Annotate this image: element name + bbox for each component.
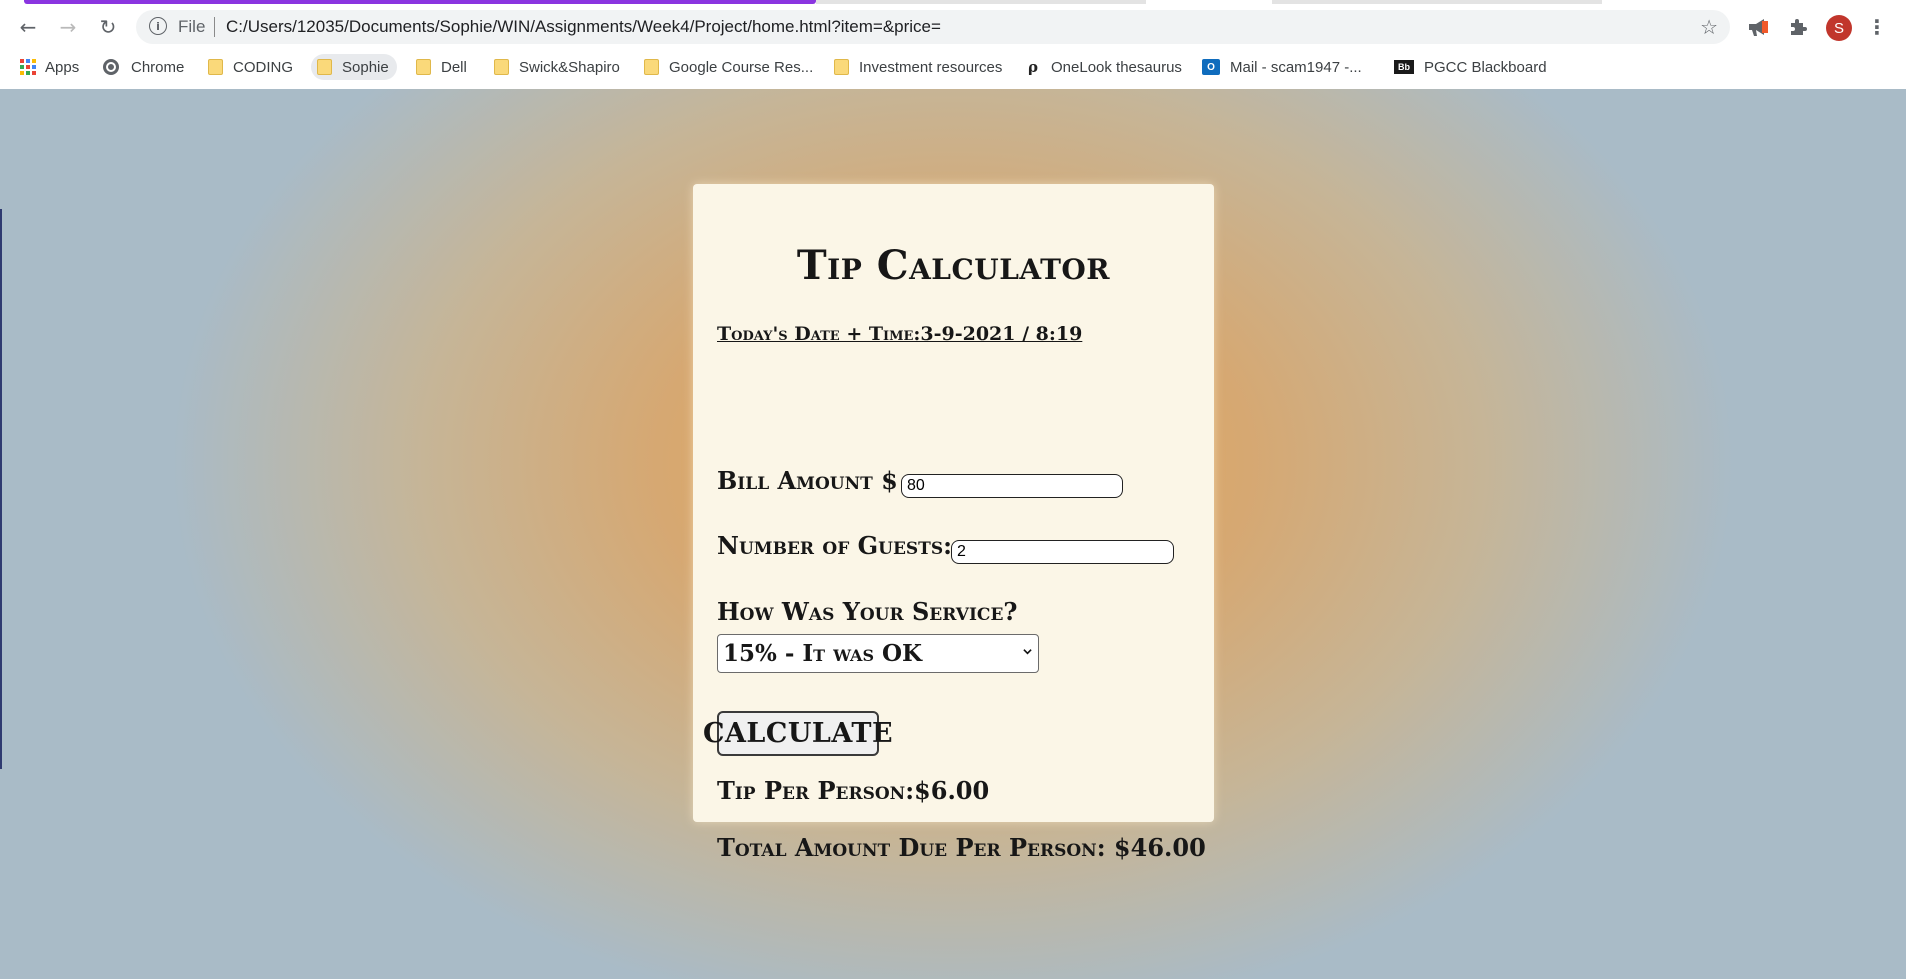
megaphone-extension-icon[interactable] [1746, 15, 1770, 39]
onelook-icon: ρ [1028, 58, 1038, 76]
tip-per-person-result: Tip Per Person:$6.00 [717, 776, 990, 805]
total-per-person-result: Total Amount Due Per Person: $46.00 [717, 833, 1206, 862]
bookmark-label: OneLook thesaurus [1051, 58, 1182, 76]
tab-strip [0, 0, 1906, 7]
guests-label: Number of Guests: [717, 531, 952, 560]
bookmark-label: Chrome [131, 58, 185, 76]
url-separator [214, 17, 215, 37]
folder-icon [644, 59, 659, 75]
globe-icon [103, 59, 119, 75]
page-loading-bar [24, 0, 816, 4]
blackboard-icon: Bb [1394, 60, 1414, 74]
bill-amount-label: Bill Amount $ [717, 466, 898, 495]
bookmark-investment[interactable]: Investment resources [834, 54, 1002, 80]
tab-edge [1272, 0, 1602, 4]
address-bar[interactable]: i File C:/Users/12035/Documents/Sophie/W… [136, 10, 1730, 44]
tab-edge [816, 0, 1146, 4]
extensions-puzzle-icon[interactable] [1786, 15, 1810, 39]
bookmark-label: Swick&Shapiro [519, 58, 620, 76]
apps-grid-icon [20, 59, 36, 75]
bookmark-star-icon[interactable]: ☆ [1700, 15, 1718, 39]
page-viewport: Tip Calculator Today's Date + Time:3-9-2… [0, 89, 1906, 979]
bookmark-blackboard[interactable]: Bb PGCC Blackboard [1394, 54, 1547, 80]
service-label: How Was Your Service? [717, 597, 1018, 626]
guests-input[interactable]: 2 [951, 540, 1174, 564]
bookmark-label: Dell [441, 58, 467, 76]
profile-avatar[interactable]: S [1826, 15, 1852, 41]
bookmark-swick-shapiro[interactable]: Swick&Shapiro [494, 54, 620, 80]
date-time-label: Today's Date + Time:3-9-2021 / 8:19 [717, 323, 1083, 345]
bookmark-label: CODING [233, 58, 293, 76]
service-select[interactable]: 15% - It was OK [717, 634, 1039, 673]
window-edge [0, 209, 2, 769]
bookmark-chrome[interactable]: Chrome [103, 54, 184, 80]
bookmark-dell[interactable]: Dell [416, 54, 467, 80]
folder-icon [317, 59, 332, 75]
tip-calculator-card: Tip Calculator Today's Date + Time:3-9-2… [693, 184, 1214, 862]
bookmark-label: Google Course Res... [669, 58, 814, 76]
page-title: Tip Calculator [796, 242, 1111, 289]
bookmark-apps[interactable]: Apps [20, 54, 79, 80]
bookmark-label: Investment resources [859, 58, 1003, 76]
bookmark-mail[interactable]: O Mail - scam1947 -... [1202, 54, 1362, 80]
back-arrow-icon[interactable]: ← [14, 13, 42, 41]
bookmark-label: Sophie [342, 58, 389, 76]
profile-initial: S [1833, 19, 1844, 37]
folder-icon [494, 59, 509, 75]
service-selected-value: 15% - It was OK [723, 640, 923, 667]
calculate-button[interactable]: CALCULATE [703, 711, 893, 756]
bookmark-label: Mail - scam1947 -... [1230, 58, 1362, 76]
bookmark-onelook[interactable]: ρ OneLook thesaurus [1025, 54, 1182, 80]
folder-icon [208, 59, 223, 75]
folder-icon [416, 59, 431, 75]
bookmark-label: Apps [45, 58, 80, 76]
bookmark-label: PGCC Blackboard [1424, 58, 1547, 76]
bill-amount-input[interactable]: 80 [901, 474, 1123, 498]
bookmark-sophie[interactable]: Sophie [311, 54, 397, 80]
bookmarks-bar: Apps Chrome CODING Sophie Dell Swick&Sha… [0, 50, 1906, 84]
more-menu-icon[interactable]: ⋮ [1867, 13, 1887, 41]
bookmark-coding[interactable]: CODING [208, 54, 293, 80]
chevron-down-icon [1023, 649, 1032, 655]
reload-icon[interactable]: ↻ [94, 13, 122, 41]
url-text[interactable]: C:/Users/12035/Documents/Sophie/WIN/Assi… [226, 17, 941, 37]
browser-chrome: ← → ↻ i File C:/Users/12035/Documents/So… [0, 0, 1906, 90]
info-icon[interactable]: i [149, 17, 167, 35]
url-scheme-label: File [178, 17, 206, 36]
browser-toolbar: ← → ↻ i File C:/Users/12035/Documents/So… [0, 7, 1906, 47]
forward-arrow-icon[interactable]: → [54, 13, 82, 41]
outlook-mail-icon: O [1202, 59, 1220, 75]
bookmark-google-course[interactable]: Google Course Res... [644, 54, 813, 80]
folder-icon [834, 59, 849, 75]
